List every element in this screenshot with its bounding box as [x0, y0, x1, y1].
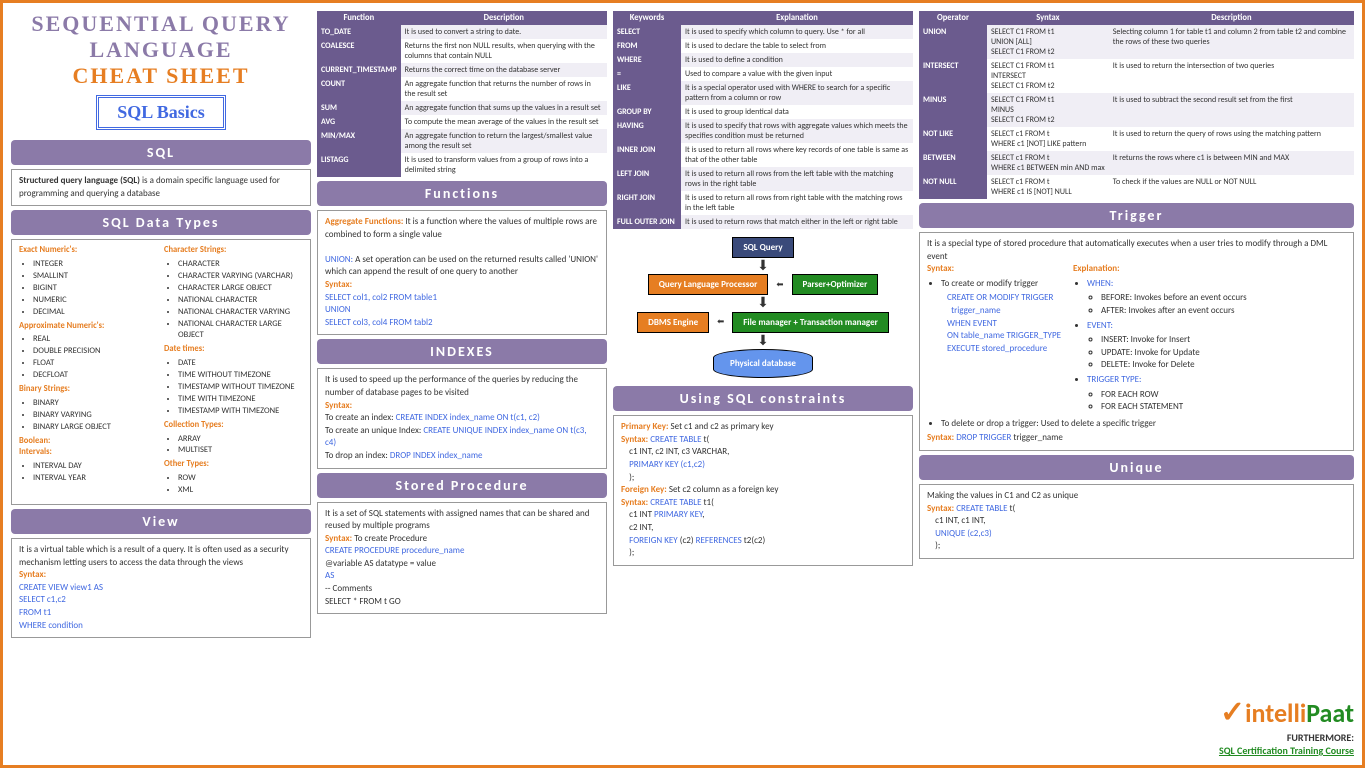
- title-2: LANGUAGE: [11, 37, 311, 63]
- architecture-diagram: SQL Query ⬇ Query Language Processor⬅Par…: [613, 233, 913, 382]
- sp-body: It is a set of SQL statements with assig…: [317, 502, 607, 615]
- dt-body: Exact Numeric's:INTEGERSMALLINTBIGINTNUM…: [11, 239, 311, 505]
- op-table: OperatorSyntaxDescription UNIONSELECT C1…: [919, 11, 1354, 199]
- sql-head: SQL: [11, 140, 311, 165]
- cert-link[interactable]: SQL Certification Training Course: [1219, 744, 1354, 757]
- title-1: SEQUENTIAL QUERY: [11, 11, 311, 37]
- func-body: Aggregate Functions: It is a function wh…: [317, 210, 607, 335]
- cons-head: Using SQL constraints: [613, 386, 913, 411]
- dt-head: SQL Data Types: [11, 210, 311, 235]
- footer: ✓intelliPaat FURTHERMORE: SQL Certificat…: [919, 694, 1354, 757]
- func-head: Functions: [317, 181, 607, 206]
- kw-table: KeywordsExplanation SELECTIt is used to …: [613, 11, 913, 229]
- cons-body: Primary Key: Set c1 and c2 as primary ke…: [613, 415, 913, 566]
- unq-body: Making the values in C1 and C2 as unique…: [919, 484, 1354, 559]
- badge: SQL Basics: [96, 95, 226, 130]
- idx-head: INDEXES: [317, 339, 607, 364]
- view-head: View: [11, 509, 311, 534]
- func-table: FunctionDescription TO_DATEIt is used to…: [317, 11, 607, 177]
- sp-head: Stored Procedure: [317, 473, 607, 498]
- title-3: CHEAT SHEET: [11, 63, 311, 89]
- unq-head: Unique: [919, 455, 1354, 480]
- view-body: It is a virtual table which is a result …: [11, 538, 311, 638]
- trg-body: It is a special type of stored procedure…: [919, 232, 1354, 451]
- trg-head: Trigger: [919, 203, 1354, 228]
- idx-body: It is used to speed up the performance o…: [317, 368, 607, 468]
- sql-body: Structured query language (SQL) Structur…: [11, 169, 311, 206]
